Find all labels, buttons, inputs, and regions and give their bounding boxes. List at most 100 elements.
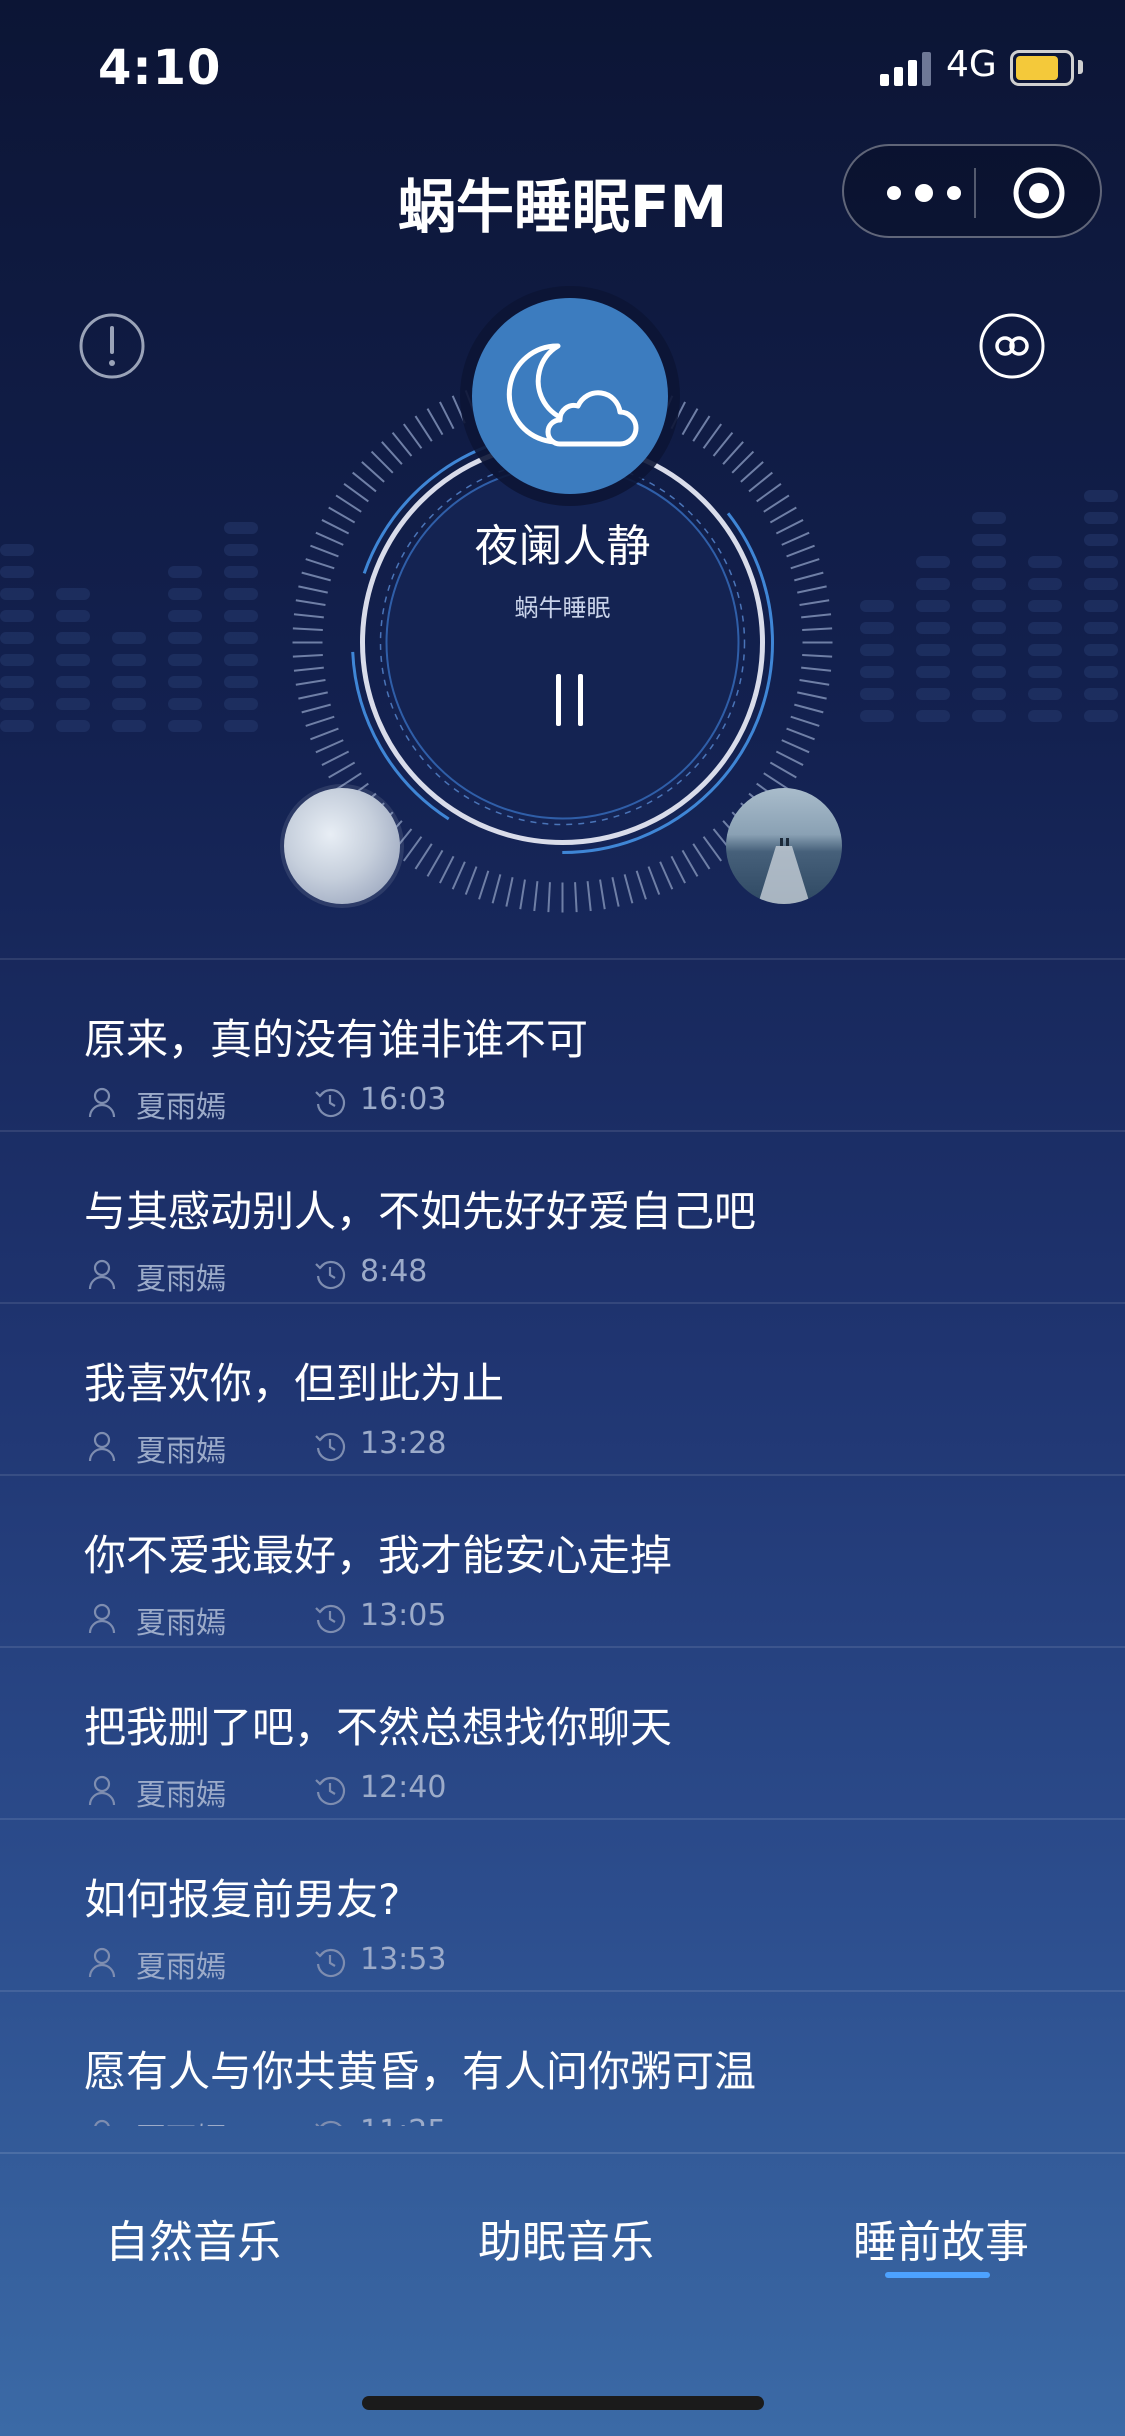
- story-title: 我喜欢你，但到此为止: [84, 1359, 505, 1408]
- dial-tick: [439, 401, 455, 430]
- equalizer-segment: [224, 676, 258, 688]
- equalizer-segment: [916, 666, 950, 678]
- story-duration: 8:48: [360, 1254, 428, 1289]
- equalizer-segment: [860, 688, 894, 700]
- equalizer-segment: [1028, 622, 1062, 634]
- user-icon: [88, 1259, 116, 1290]
- equalizer-segment: [1028, 688, 1062, 700]
- list-item[interactable]: 你不爱我最好，我才能安心走掉 夏雨嫣 13:05: [0, 1474, 1125, 1646]
- history-clock-icon: [315, 1948, 346, 1978]
- equalizer-segment: [0, 632, 34, 644]
- list-item[interactable]: 我喜欢你，但到此为止 夏雨嫣 13:28: [0, 1302, 1125, 1474]
- more-icon[interactable]: [884, 179, 964, 207]
- equalizer-segment: [1084, 622, 1118, 634]
- previous-track-thumbnail[interactable]: [284, 788, 400, 904]
- story-duration: 12:40: [360, 1770, 447, 1805]
- list-item[interactable]: 把我删了吧，不然总想找你聊天 夏雨嫣 12:40: [0, 1646, 1125, 1818]
- dial-tick: [702, 423, 723, 449]
- dial-tick: [731, 450, 755, 474]
- tab-bedtime-stories[interactable]: 睡前故事: [853, 2206, 1029, 2270]
- equalizer-segment: [860, 622, 894, 634]
- story-author: 夏雨嫣: [136, 2114, 226, 2126]
- equalizer-segment: [224, 654, 258, 666]
- equalizer-segment: [1084, 688, 1118, 700]
- signal-icon: [880, 52, 931, 86]
- user-icon: [88, 1947, 116, 1978]
- equalizer-segment: [1028, 644, 1062, 656]
- equalizer-segment: [860, 666, 894, 678]
- dial-tick: [740, 461, 764, 483]
- equalizer-segment: [56, 654, 90, 666]
- dial-tick: [786, 727, 815, 741]
- equalizer-segment: [0, 676, 34, 688]
- story-title: 原来，真的没有谁非谁不可: [84, 1015, 589, 1064]
- dial-tick: [722, 441, 744, 465]
- equalizer-segment: [56, 676, 90, 688]
- equalizer-segment: [224, 698, 258, 710]
- equalizer-segment: [860, 644, 894, 656]
- equalizer-segment: [56, 698, 90, 710]
- history-clock-icon: [315, 1260, 346, 1290]
- pause-button[interactable]: [540, 668, 600, 730]
- equalizer-segment: [916, 710, 950, 722]
- dial-tick: [681, 849, 699, 877]
- equalizer-segment: [972, 622, 1006, 634]
- alert-icon[interactable]: [78, 312, 146, 380]
- equalizer-segment: [972, 710, 1006, 722]
- story-duration: 11:25: [360, 2114, 446, 2126]
- dial-tick: [574, 882, 578, 913]
- home-indicator[interactable]: [362, 2396, 764, 2410]
- history-clock-icon: [315, 1776, 346, 1806]
- dial-tick: [451, 395, 466, 424]
- dial-tick: [310, 727, 339, 741]
- list-item[interactable]: 原来，真的没有谁非谁不可 夏雨嫣 16:03: [0, 958, 1125, 1130]
- equalizer-segment: [916, 622, 950, 634]
- track-title: 夜阑人静: [474, 521, 651, 572]
- dial-tick: [769, 761, 797, 779]
- next-track-thumbnail[interactable]: [726, 788, 842, 904]
- equalizer-segment: [112, 698, 146, 710]
- list-item[interactable]: 如何报复前男友? 夏雨嫣 13:53: [0, 1818, 1125, 1990]
- dial-tick: [292, 627, 323, 631]
- mini-program-capsule: [842, 144, 1102, 238]
- user-icon: [88, 1603, 116, 1634]
- history-clock-icon: [315, 1604, 346, 1634]
- equalizer-segment: [1028, 666, 1062, 678]
- pause-icon: [556, 674, 561, 726]
- pier-image: [758, 838, 810, 904]
- equalizer-segment: [0, 654, 34, 666]
- dial-tick: [328, 761, 356, 779]
- track-artist: 蜗牛睡眠: [514, 594, 611, 622]
- album-cover[interactable]: [472, 298, 668, 494]
- pause-icon: [578, 674, 583, 726]
- dial-tick: [647, 866, 661, 895]
- equalizer-segment: [224, 632, 258, 644]
- battery-icon: [1010, 50, 1074, 86]
- equalizer-segment: [168, 698, 202, 710]
- tab-sleep-music[interactable]: 助眠音乐: [478, 2206, 654, 2270]
- dial-tick: [712, 432, 734, 457]
- history-clock-icon: [315, 1432, 346, 1462]
- dial-tick: [361, 461, 385, 483]
- equalizer-segment: [168, 632, 202, 644]
- dial-tick: [293, 666, 324, 672]
- dial-tick: [659, 861, 674, 890]
- loop-icon[interactable]: [978, 312, 1046, 380]
- equalizer-right-decoration: [860, 490, 1118, 722]
- history-clock-icon: [315, 2120, 342, 2126]
- equalizer-segment: [1084, 666, 1118, 678]
- status-time: 4:10: [98, 40, 222, 96]
- user-icon: [88, 1775, 116, 1806]
- equalizer-segment: [112, 676, 146, 688]
- story-title: 把我删了吧，不然总想找你聊天: [84, 1703, 673, 1752]
- list-item[interactable]: 与其感动别人，不如先好好爱自己吧 夏雨嫣 8:48: [0, 1130, 1125, 1302]
- tab-nature-music[interactable]: 自然音乐: [105, 2206, 281, 2270]
- close-target-icon[interactable]: [1012, 166, 1066, 220]
- network-type: 4G: [946, 44, 997, 85]
- list-item[interactable]: 愿有人与你共黄昏，有人问你粥可温 夏雨嫣 11:25: [0, 1990, 1125, 2126]
- dial-tick: [414, 415, 433, 442]
- equalizer-segment: [1084, 644, 1118, 656]
- story-duration: 13:28: [360, 1426, 447, 1461]
- story-duration: 13:53: [360, 1942, 447, 1977]
- dial-tick: [670, 855, 686, 884]
